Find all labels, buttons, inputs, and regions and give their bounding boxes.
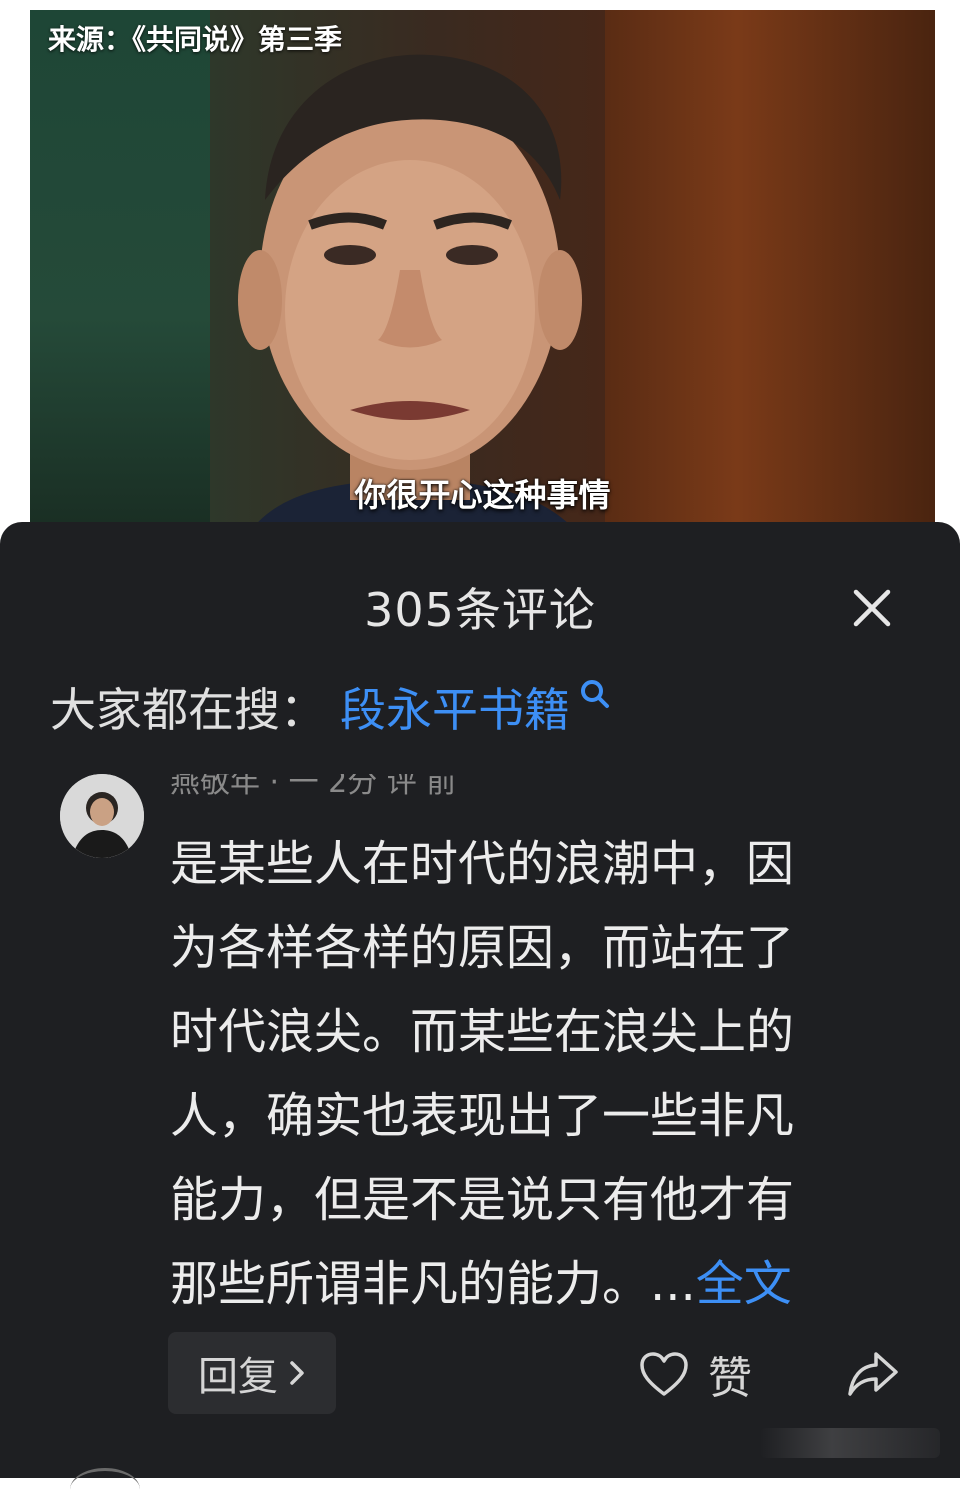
trending-search-prefix: 大家都在搜： (50, 683, 326, 737)
comment-line: 时代浪尖。而某些在浪尖上的 (170, 1004, 795, 1060)
trending-search-row[interactable]: 大家都在搜： 段永平书籍 (50, 672, 612, 742)
comment-line: 是某些人在时代的浪潮中，因 (170, 836, 795, 892)
close-button[interactable] (846, 582, 898, 634)
comment-text: 是某些人在时代的浪潮中，因 为各样各样的原因，而站在了 时代浪尖。而某些在浪尖上… (170, 822, 890, 1326)
wood-panel-background (605, 10, 935, 522)
video-subtitle: 你很开心这种事情 (354, 476, 611, 514)
next-comment-avatar-peek (70, 1468, 140, 1511)
trending-search-term[interactable]: 段永平书籍 (340, 674, 570, 740)
share-button[interactable] (846, 1346, 900, 1400)
comment-line-last: 那些所谓非凡的能力。...全文 (170, 1242, 890, 1326)
like-button[interactable]: 赞 (638, 1342, 752, 1406)
watermark (760, 1428, 940, 1458)
comment-line: 人，确实也表现出了一些非凡 (170, 1088, 795, 1144)
speaker-figure (238, 54, 582, 522)
expand-full-text-link[interactable]: 全文 (696, 1256, 792, 1312)
comment-line: 能力，但是不是说只有他才有 (170, 1172, 795, 1228)
reply-label: 回复 (198, 1354, 278, 1400)
video-player[interactable]: 来源：《共同说》第三季 你很开心这种事情 (30, 10, 935, 522)
comments-count-title: 305条评论 (364, 583, 596, 637)
chevron-right-icon (290, 1361, 304, 1385)
search-icon (581, 680, 609, 708)
user-avatar-image (60, 774, 144, 858)
avatar[interactable] (60, 774, 144, 858)
close-icon (853, 589, 891, 627)
comment-line: 为各样各样的原因，而站在了 (170, 920, 795, 976)
like-label: 赞 (708, 1353, 752, 1404)
comment-meta-partial: 燕敬年 · 一 2分 评 前 (170, 774, 457, 796)
heart-icon (640, 1352, 688, 1396)
chalkboard-background (30, 10, 210, 522)
video-source-label: 来源：《共同说》第三季 (48, 23, 343, 56)
comments-sheet: 305条评论 大家都在搜： 段永平书籍 燕敬年 · 一 2分 评 前 是某些人在… (0, 522, 960, 1478)
share-icon (848, 1352, 898, 1396)
reply-button[interactable]: 回复 (168, 1332, 336, 1414)
comment-line-text: 那些所谓非凡的能力。... (170, 1256, 696, 1312)
